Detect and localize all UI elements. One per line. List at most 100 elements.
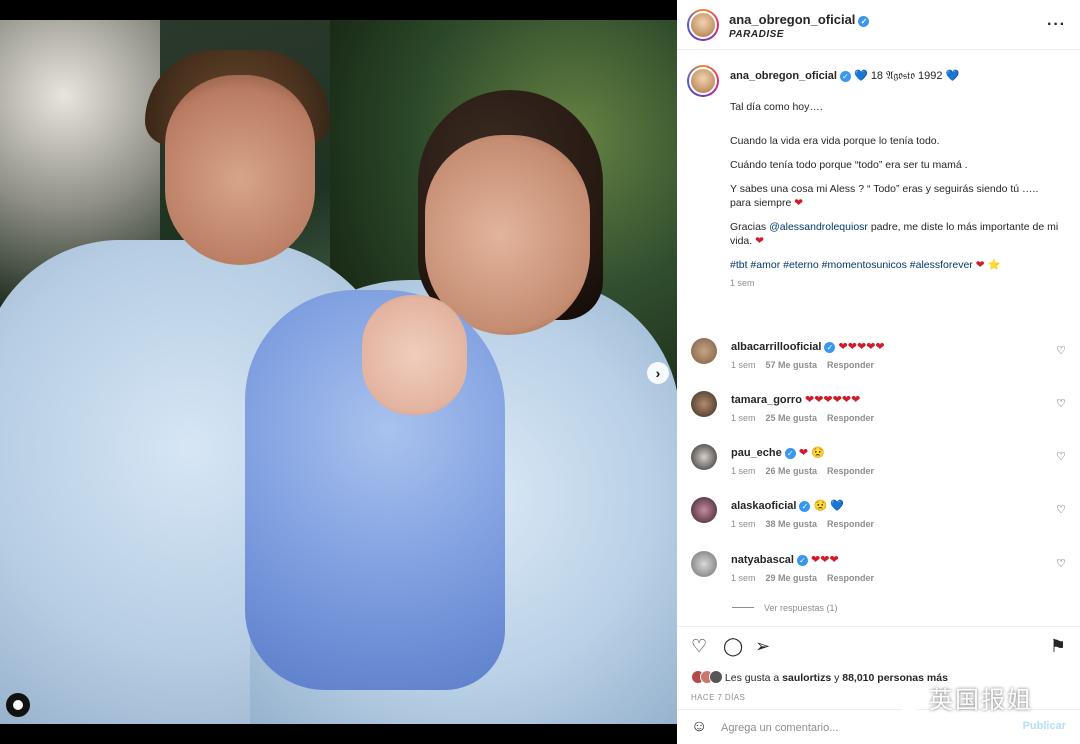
caption-first-line: ana_obregon_oficial ✓ 💙 18 𝔄𝔤𝔬𝔰𝔱𝔬 1992 💙 xyxy=(730,69,959,83)
verified-badge-icon: ✓ xyxy=(784,448,796,459)
next-image-chevron-icon[interactable]: › xyxy=(647,362,669,384)
view-replies-button[interactable]: Ver respuestas (1) xyxy=(732,603,838,613)
author-username-text[interactable]: ana_obregon_oficial xyxy=(729,12,855,27)
caption-line: Cuándo tenía todo porque “todo” era ser … xyxy=(730,159,968,171)
reply-button[interactable]: Responder xyxy=(827,519,874,529)
red-heart-emoji: ❤ xyxy=(975,259,985,271)
comment-text: albacarrillooficial ✓ ❤❤❤❤❤ xyxy=(731,340,885,353)
comment-likes[interactable]: 25 Me gusta xyxy=(766,413,818,423)
commenter-username[interactable]: alaskaoficial xyxy=(731,500,796,512)
caption-line: Gracias @alessandrolequiosr padre, me di… xyxy=(730,220,1060,248)
post-timestamp[interactable]: HACE 7 DÍAS xyxy=(691,693,745,702)
likes-connector: y xyxy=(834,672,840,684)
post-modal: › ana_obregon_oficial ✓ PARADISE ··· ana_… xyxy=(0,0,1080,744)
photo-man-face xyxy=(165,75,315,265)
caption-line: Y sabes una cosa mi Aless ? “ Todo” eras… xyxy=(730,182,1060,210)
like-comment-heart-icon[interactable]: ♡ xyxy=(1056,450,1066,463)
caption-body: Tal día como hoy…. Cuando la vida era vi… xyxy=(730,100,1060,290)
tagged-users-icon[interactable] xyxy=(6,693,30,717)
likes-count[interactable]: 88,010 xyxy=(842,672,874,684)
comment-likes[interactable]: 26 Me gusta xyxy=(766,466,818,476)
caption-hashtags[interactable]: #tbt #amor #eterno #momentosunicos #ales… xyxy=(730,259,973,271)
caption-mention-link[interactable]: @alessandrolequiosr xyxy=(769,221,868,233)
post-photo[interactable]: › xyxy=(0,20,677,724)
comment-input[interactable] xyxy=(721,719,1001,737)
comment-body: ❤ 😟 xyxy=(798,447,825,459)
like-comment-heart-icon[interactable]: ♡ xyxy=(1056,344,1066,357)
commenter-username[interactable]: natyabascal xyxy=(731,554,794,566)
author-avatar[interactable] xyxy=(687,9,719,41)
author-username[interactable]: ana_obregon_oficial ✓ xyxy=(729,12,870,27)
watermark-text: 英国报姐 xyxy=(929,686,1033,714)
comment-meta: 1 sem 25 Me gusta Responder xyxy=(731,413,874,423)
reply-button[interactable]: Responder xyxy=(827,466,874,476)
comment-likes[interactable]: 29 Me gusta xyxy=(766,573,818,583)
caption-hashtags-line: #tbt #amor #eterno #momentosunicos #ales… xyxy=(730,258,1060,272)
caption-date: 18 𝔄𝔤𝔬𝔰𝔱𝔬 1992 xyxy=(870,70,943,82)
commenter-username[interactable]: albacarrillooficial xyxy=(731,341,821,353)
like-heart-icon[interactable]: ♡ xyxy=(691,637,707,655)
commenter-username[interactable]: pau_eche xyxy=(731,447,782,459)
caption-line: Cuando la vida era vida porque lo tenía … xyxy=(730,135,940,147)
commenter-avatar[interactable] xyxy=(691,338,717,364)
like-comment-heart-icon[interactable]: ♡ xyxy=(1056,557,1066,570)
watermark: 英国报姐 xyxy=(895,680,1033,715)
comment-bubble-icon[interactable]: ◯ xyxy=(723,637,743,655)
comment-time[interactable]: 1 sem xyxy=(731,573,756,583)
more-options-icon[interactable]: ··· xyxy=(1047,16,1066,34)
like-comment-heart-icon[interactable]: ♡ xyxy=(1056,397,1066,410)
emoji-picker-icon[interactable]: ☺ xyxy=(691,718,707,736)
red-heart-emoji: ❤ xyxy=(755,235,764,247)
red-heart-emoji: ❤ xyxy=(794,197,804,209)
commenter-avatar[interactable] xyxy=(691,391,717,417)
reply-button[interactable]: Responder xyxy=(827,573,874,583)
comment-body: 😟 💙 xyxy=(813,500,844,512)
comment-item: natyabascal ✓ ❤❤❤ 1 sem 29 Me gusta Respond… xyxy=(677,545,1080,591)
comment-time[interactable]: 1 sem xyxy=(731,519,756,529)
commenter-username[interactable]: tamara_gorro xyxy=(731,394,802,406)
share-paper-plane-icon[interactable]: ➢ xyxy=(755,637,770,655)
comment-text: natyabascal ✓ ❤❤❤ xyxy=(731,553,839,566)
comment-text: tamara_gorro ❤❤❤❤❤❤ xyxy=(731,393,860,406)
comment-text: pau_eche ✓ ❤ 😟 xyxy=(731,446,825,459)
reply-button[interactable]: Responder xyxy=(827,413,874,423)
likes-prefix: Les gusta a xyxy=(724,672,780,684)
comment-time[interactable]: 1 sem xyxy=(731,360,756,370)
comment-meta: 1 sem 29 Me gusta Responder xyxy=(731,573,874,583)
comment-likes[interactable]: 57 Me gusta xyxy=(766,360,818,370)
star-emoji: ⭐ xyxy=(987,259,1001,271)
verified-badge-icon: ✓ xyxy=(796,555,808,566)
comment-time[interactable]: 1 sem xyxy=(731,466,756,476)
comment-time[interactable]: 1 sem xyxy=(731,413,756,423)
comment-item: albacarrillooficial ✓ ❤❤❤❤❤ 1 sem 57 Me gu… xyxy=(677,332,1080,378)
replies-line xyxy=(732,607,754,608)
caption-line-text: Gracias xyxy=(730,221,767,233)
liker-avatars[interactable] xyxy=(691,670,723,687)
reply-button[interactable]: Responder xyxy=(827,360,874,370)
publish-button[interactable]: Publicar xyxy=(1023,720,1066,732)
caption-time[interactable]: 1 sem xyxy=(730,276,1060,290)
post-location[interactable]: PARADISE xyxy=(729,29,784,40)
comment-meta: 1 sem 38 Me gusta Responder xyxy=(731,519,874,529)
blue-heart-emoji: 💙 xyxy=(945,70,960,82)
commenter-avatar[interactable] xyxy=(691,551,717,577)
blue-heart-emoji: 💙 xyxy=(854,70,868,82)
comment-meta: 1 sem 57 Me gusta Responder xyxy=(731,360,874,370)
post-header: ana_obregon_oficial ✓ PARADISE ··· xyxy=(677,0,1080,50)
commenter-avatar[interactable] xyxy=(691,497,717,523)
like-comment-heart-icon[interactable]: ♡ xyxy=(1056,503,1066,516)
photo-baby-face xyxy=(362,295,467,415)
verified-badge-icon: ✓ xyxy=(839,71,851,82)
comment-likes[interactable]: 38 Me gusta xyxy=(766,519,818,529)
liker-username[interactable]: saulortizs xyxy=(782,672,831,684)
save-bookmark-icon[interactable]: ⚑ xyxy=(1050,637,1066,655)
commenter-avatar[interactable] xyxy=(691,444,717,470)
caption-avatar[interactable] xyxy=(687,65,719,97)
comment-item: tamara_gorro ❤❤❤❤❤❤ 1 sem 25 Me gusta Resp… xyxy=(677,385,1080,431)
wechat-icon xyxy=(895,690,923,710)
caption-username[interactable]: ana_obregon_oficial xyxy=(730,70,837,82)
caption-line: Tal día como hoy…. xyxy=(730,101,823,113)
view-replies-label[interactable]: Ver respuestas (1) xyxy=(764,603,838,613)
verified-badge-icon: ✓ xyxy=(858,16,870,27)
post-actions-bar: ♡ ◯ ➢ ⚑ xyxy=(677,626,1080,664)
